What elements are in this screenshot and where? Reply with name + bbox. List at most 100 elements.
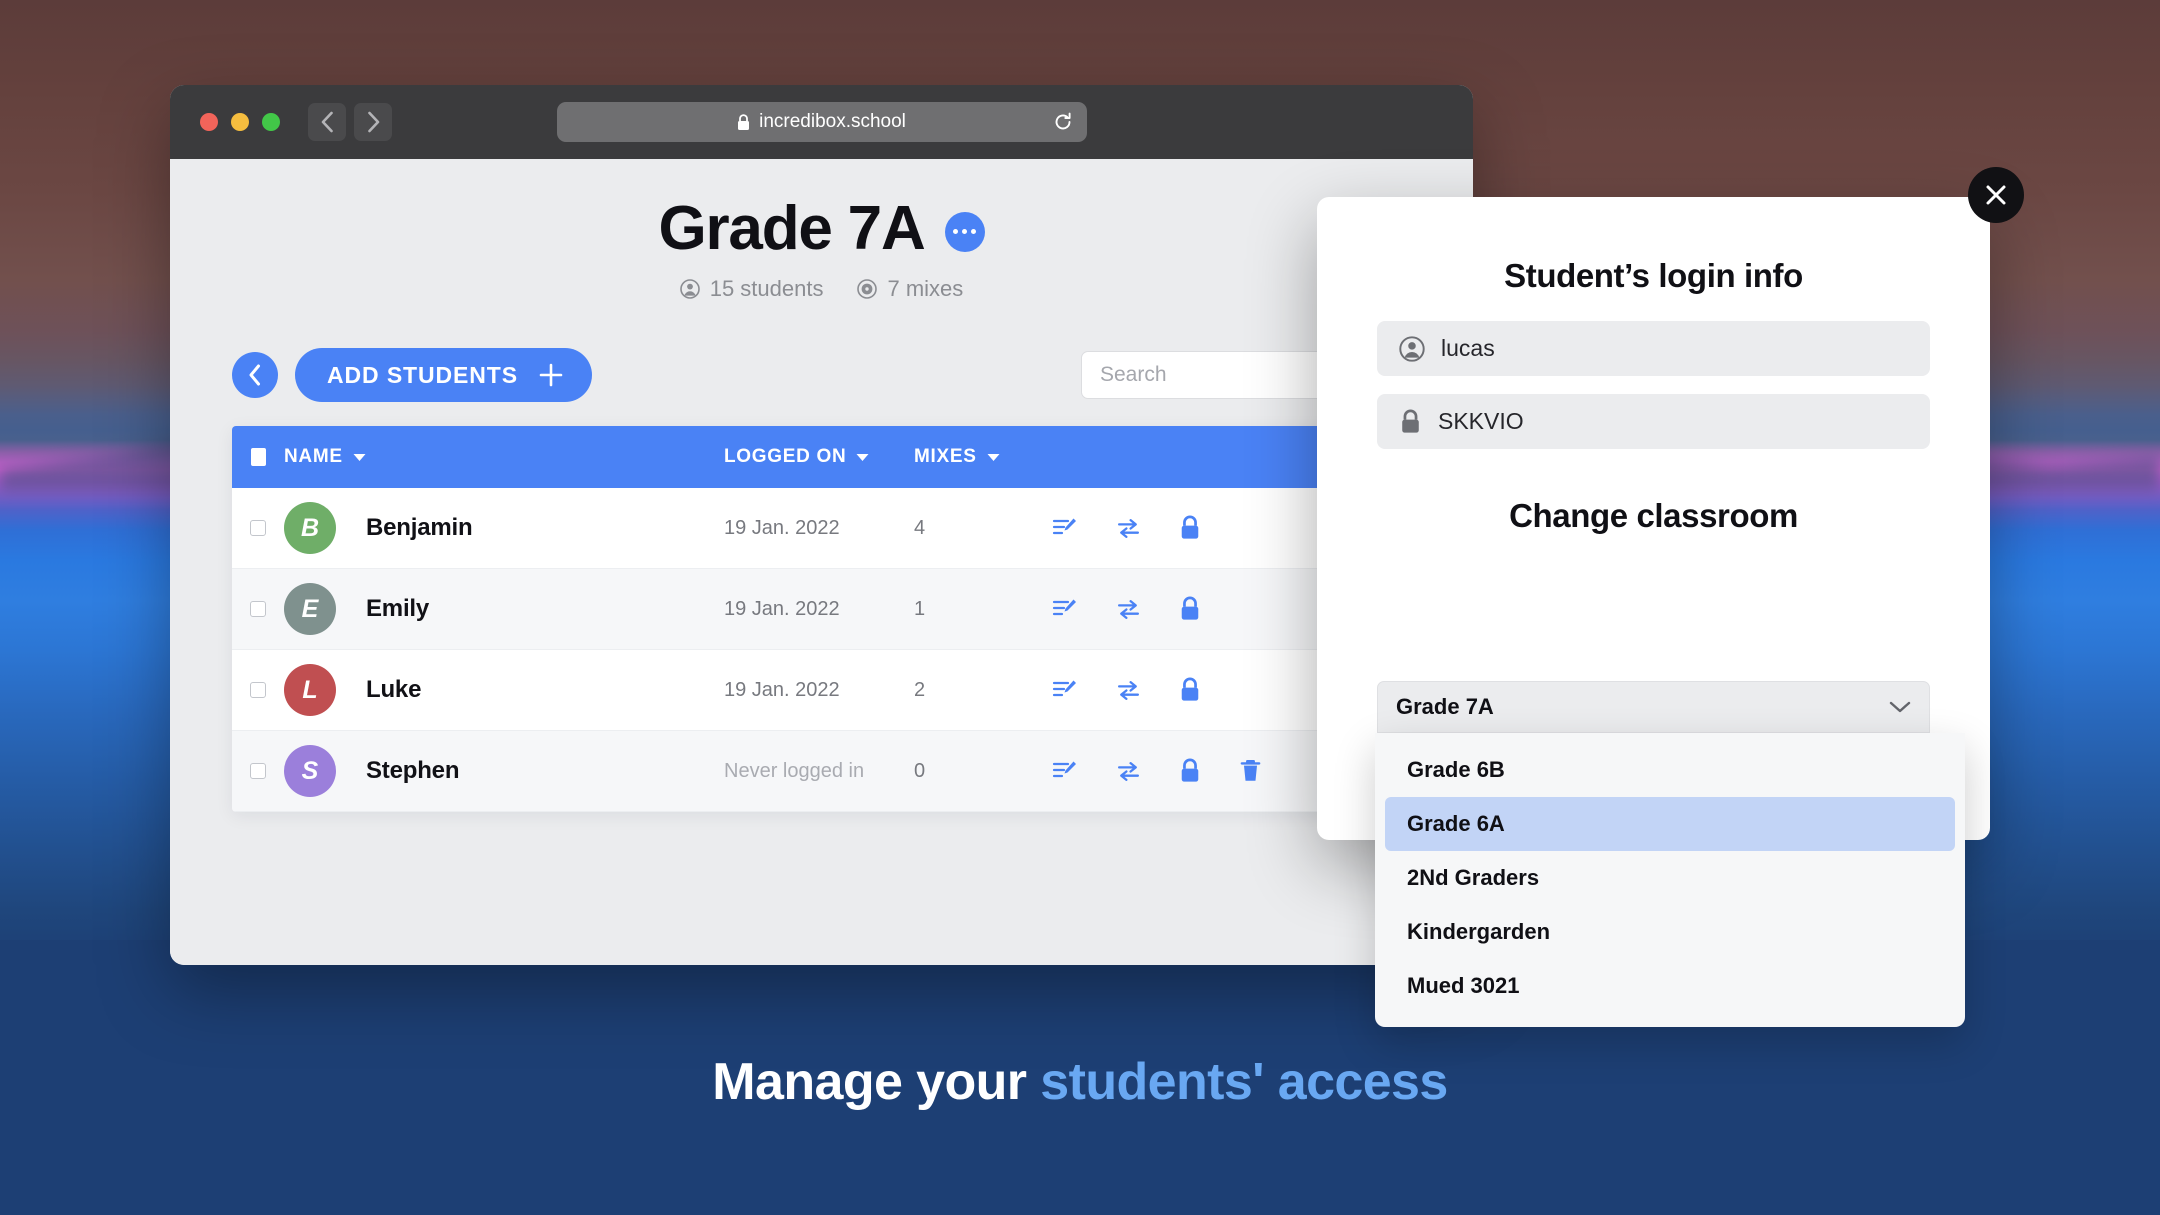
logged-on-cell: 19 Jan. 2022 — [724, 678, 840, 701]
lock-icon[interactable] — [1179, 515, 1201, 541]
table-header-row: NAME LOGGED ON MIXES — [232, 426, 1411, 488]
url-text: incredibox.school — [759, 111, 906, 132]
browser-back-button[interactable] — [308, 103, 346, 141]
classroom-option[interactable]: Grade 6A — [1385, 797, 1955, 851]
add-students-label: ADD STUDENTS — [327, 361, 518, 388]
edit-student-icon[interactable] — [1052, 596, 1078, 622]
page-caption: Manage your students' access — [0, 1052, 2160, 1112]
ellipsis-badge-icon[interactable] — [944, 211, 985, 252]
username-field[interactable]: lucas — [1377, 321, 1930, 376]
classroom-option[interactable]: Grade 6B — [1385, 743, 1955, 797]
logged-on-cell: 19 Jan. 2022 — [724, 597, 840, 620]
transfer-icon[interactable] — [1116, 597, 1141, 622]
back-to-classrooms-button[interactable] — [232, 352, 278, 398]
row-checkbox[interactable] — [232, 763, 284, 779]
student-name: Emily — [366, 595, 430, 622]
classroom-select: Grade 7A Grade 6B Grade 6A 2Nd Graders Kind… — [1375, 681, 1965, 1027]
lock-icon[interactable] — [1179, 596, 1201, 622]
column-header-name-label: NAME — [284, 446, 343, 467]
username-value: lucas — [1441, 335, 1495, 361]
student-name-cell: L Luke — [284, 664, 724, 716]
column-header-mixes-label: MIXES — [914, 446, 977, 467]
transfer-icon[interactable] — [1116, 678, 1141, 703]
chevron-down-icon — [987, 453, 1000, 461]
student-name: Stephen — [366, 757, 460, 784]
classroom-stats: 15 students 7 mixes — [170, 276, 1473, 302]
avatar: E — [284, 583, 336, 635]
avatar: B — [284, 502, 336, 554]
column-header-logged-on-label: LOGGED ON — [724, 446, 847, 467]
column-header-name[interactable]: NAME — [284, 446, 724, 468]
lock-icon — [737, 113, 750, 131]
students-table: NAME LOGGED ON MIXES B Benjamin 19 Jan. … — [232, 426, 1411, 812]
mixes-cell: 2 — [914, 678, 926, 701]
delete-student-icon[interactable] — [1239, 758, 1262, 784]
table-row[interactable]: L Luke 19 Jan. 2022 2 — [232, 650, 1411, 731]
maximize-window-button[interactable] — [262, 113, 280, 131]
edit-student-icon[interactable] — [1052, 677, 1078, 703]
lock-icon[interactable] — [1179, 758, 1201, 784]
row-checkbox[interactable] — [232, 601, 284, 617]
student-name-cell: E Emily — [284, 583, 724, 635]
select-all-checkbox[interactable] — [232, 448, 284, 466]
password-field[interactable]: SKKVIO — [1377, 394, 1930, 449]
caption-lead: Manage your — [712, 1053, 1041, 1111]
table-row[interactable]: S Stephen Never logged in 0 — [232, 731, 1411, 812]
page-title: Grade 7A — [658, 194, 925, 263]
add-students-button[interactable]: ADD STUDENTS — [295, 348, 592, 402]
address-bar[interactable]: incredibox.school — [556, 102, 1087, 142]
login-info-heading: Student’s login info — [1504, 257, 1803, 294]
column-header-mixes[interactable]: MIXES — [914, 446, 1034, 468]
chevron-right-icon — [367, 111, 379, 133]
page-content: Grade 7A 15 students 7 mixes ADD STUDENT… — [170, 159, 1473, 965]
classroom-option[interactable]: Kindergarden — [1385, 905, 1955, 959]
logged-on-cell: Never logged in — [724, 759, 865, 782]
table-row[interactable]: B Benjamin 19 Jan. 2022 4 — [232, 488, 1411, 569]
person-icon — [679, 279, 700, 299]
mixes-count-label: 7 mixes — [887, 276, 964, 301]
row-checkbox[interactable] — [232, 520, 284, 536]
student-name: Luke — [366, 676, 422, 703]
screenshot-root: incredibox.school Grade 7A 15 students 7… — [0, 0, 2160, 1215]
student-name: Benjamin — [366, 514, 473, 541]
close-window-button[interactable] — [200, 113, 218, 131]
student-name-cell: S Stephen — [284, 745, 724, 797]
edit-student-icon[interactable] — [1052, 758, 1078, 784]
minimize-window-button[interactable] — [231, 113, 249, 131]
student-login-modal: Student’s login info lucas SKKVIO Change… — [1317, 167, 2024, 1027]
classroom-option[interactable]: 2Nd Graders — [1385, 851, 1955, 905]
chevron-down-icon — [856, 453, 869, 461]
chevron-left-icon — [249, 364, 260, 386]
mixes-count-stat: 7 mixes — [857, 276, 963, 302]
chevron-down-icon — [353, 453, 366, 461]
browser-titlebar: incredibox.school — [170, 85, 1473, 159]
classroom-select-trigger[interactable]: Grade 7A — [1377, 681, 1930, 733]
edit-student-icon[interactable] — [1052, 515, 1078, 541]
close-modal-button[interactable] — [1968, 167, 2024, 223]
classroom-option[interactable]: Mued 3021 — [1385, 959, 1955, 1013]
browser-forward-button[interactable] — [354, 103, 392, 141]
reload-icon — [1055, 112, 1071, 130]
table-body: B Benjamin 19 Jan. 2022 4 E Emily 19 Jan. 2022… — [232, 488, 1411, 812]
change-classroom-heading: Change classroom — [1509, 497, 1798, 534]
logged-on-cell: 19 Jan. 2022 — [724, 516, 840, 539]
table-row[interactable]: E Emily 19 Jan. 2022 1 — [232, 569, 1411, 650]
caption-accent: students' access — [1040, 1053, 1448, 1111]
transfer-icon[interactable] — [1116, 759, 1141, 784]
password-value: SKKVIO — [1438, 408, 1524, 434]
reload-button[interactable] — [1053, 112, 1073, 132]
avatar: S — [284, 745, 336, 797]
student-name-cell: B Benjamin — [284, 502, 724, 554]
lock-icon[interactable] — [1179, 677, 1201, 703]
lock-icon — [1402, 409, 1419, 433]
vinyl-icon — [857, 279, 878, 299]
column-header-logged-on[interactable]: LOGGED ON — [724, 446, 914, 468]
transfer-icon[interactable] — [1116, 516, 1141, 541]
mixes-cell: 0 — [914, 759, 926, 782]
classroom-header: Grade 7A 15 students 7 mixes — [170, 159, 1473, 302]
mixes-cell: 1 — [914, 597, 926, 620]
close-icon — [1986, 185, 2006, 205]
students-toolbar: ADD STUDENTS — [170, 346, 1473, 404]
window-controls[interactable] — [200, 113, 280, 131]
row-checkbox[interactable] — [232, 682, 284, 698]
